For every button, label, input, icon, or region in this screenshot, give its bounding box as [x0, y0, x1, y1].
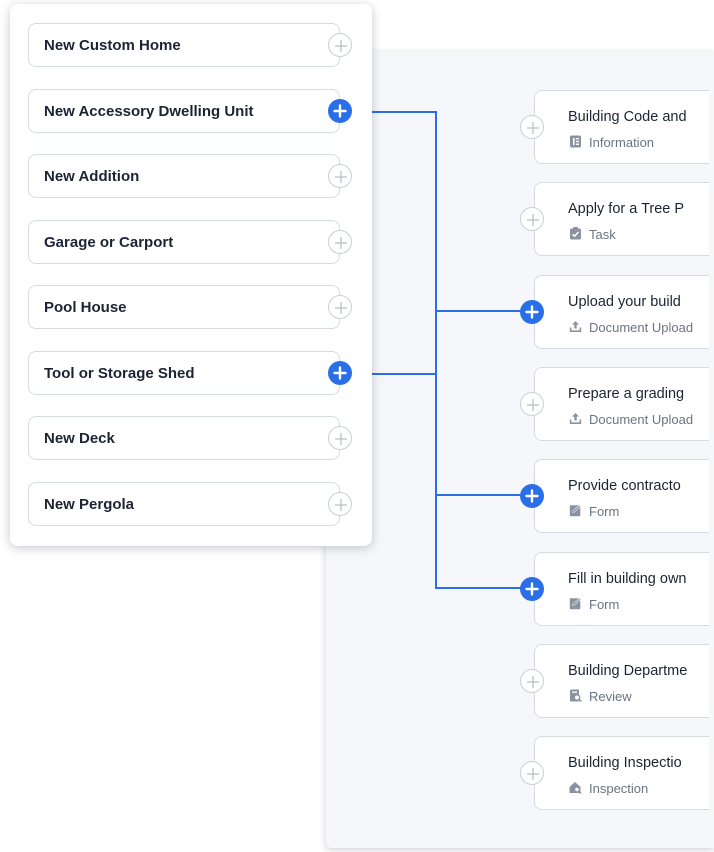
upload-icon: [569, 412, 582, 425]
workflow-step-card[interactable]: Building Code and Information: [534, 90, 714, 164]
project-type-item[interactable]: Pool House: [28, 285, 352, 329]
project-type-label: Pool House: [44, 299, 127, 316]
add-plus-icon[interactable]: [328, 229, 352, 254]
step-title: Prepare a grading: [568, 385, 685, 402]
form-icon: [569, 504, 582, 517]
project-type-item[interactable]: Garage or Carport: [28, 219, 352, 264]
add-plus-icon[interactable]: [328, 491, 352, 516]
step-add-plus-icon[interactable]: [520, 115, 544, 139]
step-add-plus-icon[interactable]: [520, 207, 544, 232]
step-type-label: Review: [589, 688, 632, 704]
step-type-label: Inspection: [589, 781, 649, 797]
inspection-icon: [569, 781, 582, 795]
project-type-item[interactable]: New Pergola: [28, 481, 352, 526]
step-type-label: Form: [589, 504, 620, 520]
add-plus-icon[interactable]: [328, 164, 352, 188]
workflow-step-card[interactable]: Upload your build Document Upload: [534, 274, 714, 349]
step-title: Fill in building own: [568, 570, 687, 587]
panel-edge: [709, 52, 714, 848]
add-plus-icon[interactable]: [328, 426, 352, 450]
add-plus-icon[interactable]: [328, 360, 352, 385]
step-title: Upload your build: [568, 293, 681, 310]
project-type-label: New Addition: [44, 168, 140, 185]
project-type-item[interactable]: New Accessory Dwelling Unit: [28, 88, 352, 133]
project-type-label: Tool or Storage Shed: [44, 364, 195, 382]
step-type-label: Task: [589, 227, 616, 243]
workflow-step-card[interactable]: Apply for a Tree P Task: [534, 182, 714, 257]
step-title: Apply for a Tree P: [568, 201, 685, 218]
step-add-plus-icon[interactable]: [520, 484, 544, 509]
step-add-plus-icon[interactable]: [520, 391, 544, 416]
project-type-label: Garage or Carport: [44, 233, 174, 251]
step-title: Building Code and: [568, 109, 687, 125]
step-add-plus-icon[interactable]: [520, 761, 544, 786]
step-title: Building Departme: [568, 662, 688, 679]
project-type-item[interactable]: New Deck: [28, 416, 352, 460]
step-type-label: Form: [589, 596, 620, 612]
workflow-step-card[interactable]: Fill in building own Form: [534, 551, 714, 626]
project-type-label: New Custom Home: [44, 37, 181, 54]
workflow-step-card[interactable]: Prepare a grading Document Upload: [534, 366, 714, 441]
step-add-plus-icon[interactable]: [520, 668, 544, 693]
review-icon: [569, 689, 582, 702]
project-type-label: New Pergola: [44, 495, 135, 513]
task-icon: [569, 227, 582, 240]
step-type-label: Document Upload: [589, 319, 694, 335]
step-title: Building Inspectio: [568, 755, 682, 772]
workflow-step-card[interactable]: Provide contracto Form: [534, 459, 714, 534]
project-type-label: New Accessory Dwelling Unit: [44, 102, 254, 120]
step-add-plus-icon[interactable]: [520, 576, 544, 601]
connector-line-adu: [352, 111, 532, 589]
project-type-label: New Deck: [44, 430, 115, 447]
add-plus-icon[interactable]: [328, 295, 352, 319]
information-icon: [569, 135, 582, 148]
add-plus-icon[interactable]: [328, 98, 352, 123]
project-type-item[interactable]: New Addition: [28, 154, 352, 198]
project-type-item[interactable]: Tool or Storage Shed: [28, 350, 352, 395]
upload-icon: [569, 320, 582, 333]
project-type-item[interactable]: New Custom Home: [28, 23, 352, 67]
form-icon: [569, 597, 582, 610]
step-title: Provide contracto: [568, 478, 681, 495]
step-type-label: Document Upload: [589, 411, 694, 427]
step-add-plus-icon[interactable]: [520, 299, 544, 324]
step-type-label: Information: [589, 135, 655, 150]
workflow-step-card[interactable]: Building Departme Review: [534, 643, 714, 718]
project-type-panel: New Custom Home New Accessory Dwelling Un…: [10, 4, 372, 546]
add-plus-icon[interactable]: [328, 33, 352, 57]
workflow-step-card[interactable]: Building Inspectio Inspection: [534, 736, 714, 811]
